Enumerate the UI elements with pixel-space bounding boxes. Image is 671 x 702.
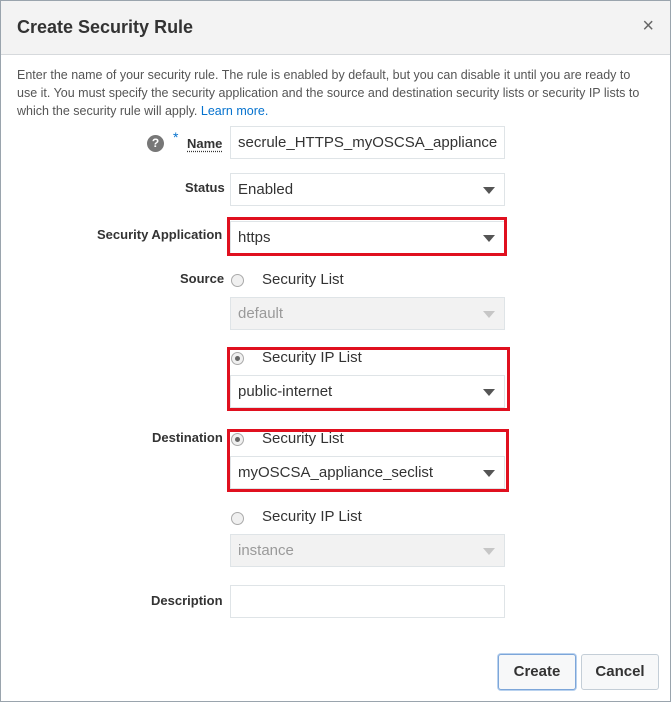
destination-security-ip-list-label: Security IP List: [262, 508, 362, 525]
help-icon[interactable]: ?: [147, 135, 164, 152]
create-button[interactable]: Create: [498, 654, 576, 690]
status-label: Status: [185, 180, 225, 195]
description-input[interactable]: [230, 585, 505, 618]
required-indicator: *: [173, 129, 179, 145]
destination-security-ip-list-select: instance: [230, 534, 505, 567]
status-select[interactable]: Enabled: [230, 173, 505, 206]
destination-label: Destination: [152, 430, 223, 445]
chevron-down-icon: [483, 187, 495, 194]
source-label: Source: [180, 271, 225, 286]
description-label: Description: [151, 593, 223, 608]
dialog-title: Create Security Rule: [17, 17, 194, 37]
status-select-value: Enabled: [238, 181, 294, 198]
source-security-list-label: Security List: [262, 271, 344, 288]
intro-description: Enter the name of your security rule. Th…: [17, 68, 640, 118]
learn-more-link[interactable]: Learn more.: [201, 104, 268, 118]
dialog-header: Create Security Rule ×: [1, 1, 670, 55]
chevron-down-icon: [483, 548, 495, 555]
security-application-highlight: [227, 217, 507, 256]
destination-security-list-highlight: [227, 429, 509, 492]
source-security-list-select: default: [230, 297, 505, 330]
name-input[interactable]: secrule_HTTPS_myOSCSA_appliance: [230, 126, 505, 159]
destination-security-ip-list-radio[interactable]: [231, 512, 244, 525]
name-label: Name: [187, 136, 223, 151]
source-security-list-radio[interactable]: [231, 274, 244, 287]
intro-text: Enter the name of your security rule. Th…: [17, 66, 652, 120]
chevron-down-icon: [483, 311, 495, 318]
security-application-label: Security Application: [97, 227, 223, 242]
source-security-list-value: default: [238, 305, 284, 322]
close-icon[interactable]: ×: [642, 15, 654, 38]
create-security-rule-dialog: Create Security Rule × Enter the name of…: [0, 0, 671, 702]
destination-security-ip-list-value: instance: [238, 542, 294, 559]
cancel-button[interactable]: Cancel: [581, 654, 659, 690]
source-ip-list-highlight: [227, 347, 510, 411]
